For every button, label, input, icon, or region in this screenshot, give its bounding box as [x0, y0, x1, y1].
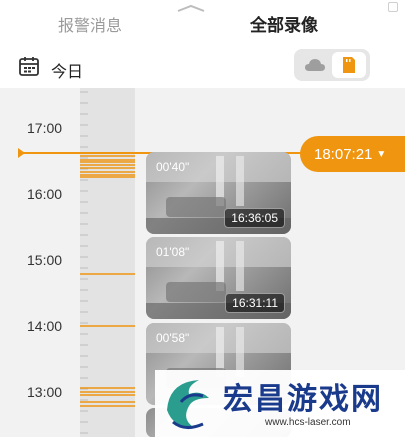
current-time-text: 18:07:21	[314, 145, 373, 163]
clip-duration: 00'40"	[156, 160, 190, 174]
sd-card-icon	[343, 57, 355, 73]
cloud-icon	[305, 59, 325, 71]
collapse-handle-icon[interactable]	[176, 4, 206, 12]
clip-timestamp: 16:31:11	[225, 293, 285, 313]
sd-card-storage-button[interactable]	[332, 52, 366, 78]
playhead-marker-icon	[18, 148, 25, 158]
date-label[interactable]: 今日	[51, 58, 83, 82]
calendar-icon[interactable]	[18, 55, 40, 77]
dragon-logo-icon	[167, 380, 209, 429]
hour-label-1400: 14:00	[27, 318, 63, 334]
recording-clip-1[interactable]: 00'40" 16:36:05	[146, 152, 291, 234]
clip-timestamp: 16:36:05	[224, 208, 285, 228]
date-row: 今日	[0, 44, 405, 88]
clip-duration: 00'58"	[156, 331, 190, 345]
corner-indicator	[388, 2, 398, 12]
ruler-ticks	[80, 91, 135, 434]
recording-clip-2[interactable]: 01'08" 16:31:11	[146, 237, 291, 319]
tab-alerts[interactable]: 报警消息	[58, 12, 122, 36]
tab-all-recordings[interactable]: 全部录像	[250, 11, 318, 36]
hour-label-1600: 16:00	[27, 186, 63, 202]
watermark-title: 宏昌游戏网	[223, 383, 383, 416]
clip-duration: 01'08"	[156, 245, 190, 259]
current-time-bubble[interactable]: 18:07:21 ▼	[300, 136, 405, 172]
storage-toggle	[294, 49, 370, 81]
hour-label-1500: 15:00	[27, 252, 63, 268]
hour-label-1700: 17:00	[27, 120, 63, 136]
header-tabs: 报警消息 全部录像	[0, 0, 405, 44]
caret-down-icon: ▼	[376, 148, 387, 160]
cloud-storage-button[interactable]	[300, 54, 330, 76]
hour-label-1300: 13:00	[27, 384, 63, 400]
timeline-ruler[interactable]	[80, 88, 135, 437]
watermark-banner: 宏昌游戏网 www.hcs-laser.com	[155, 370, 405, 437]
watermark-url: www.hcs-laser.com	[265, 417, 351, 428]
